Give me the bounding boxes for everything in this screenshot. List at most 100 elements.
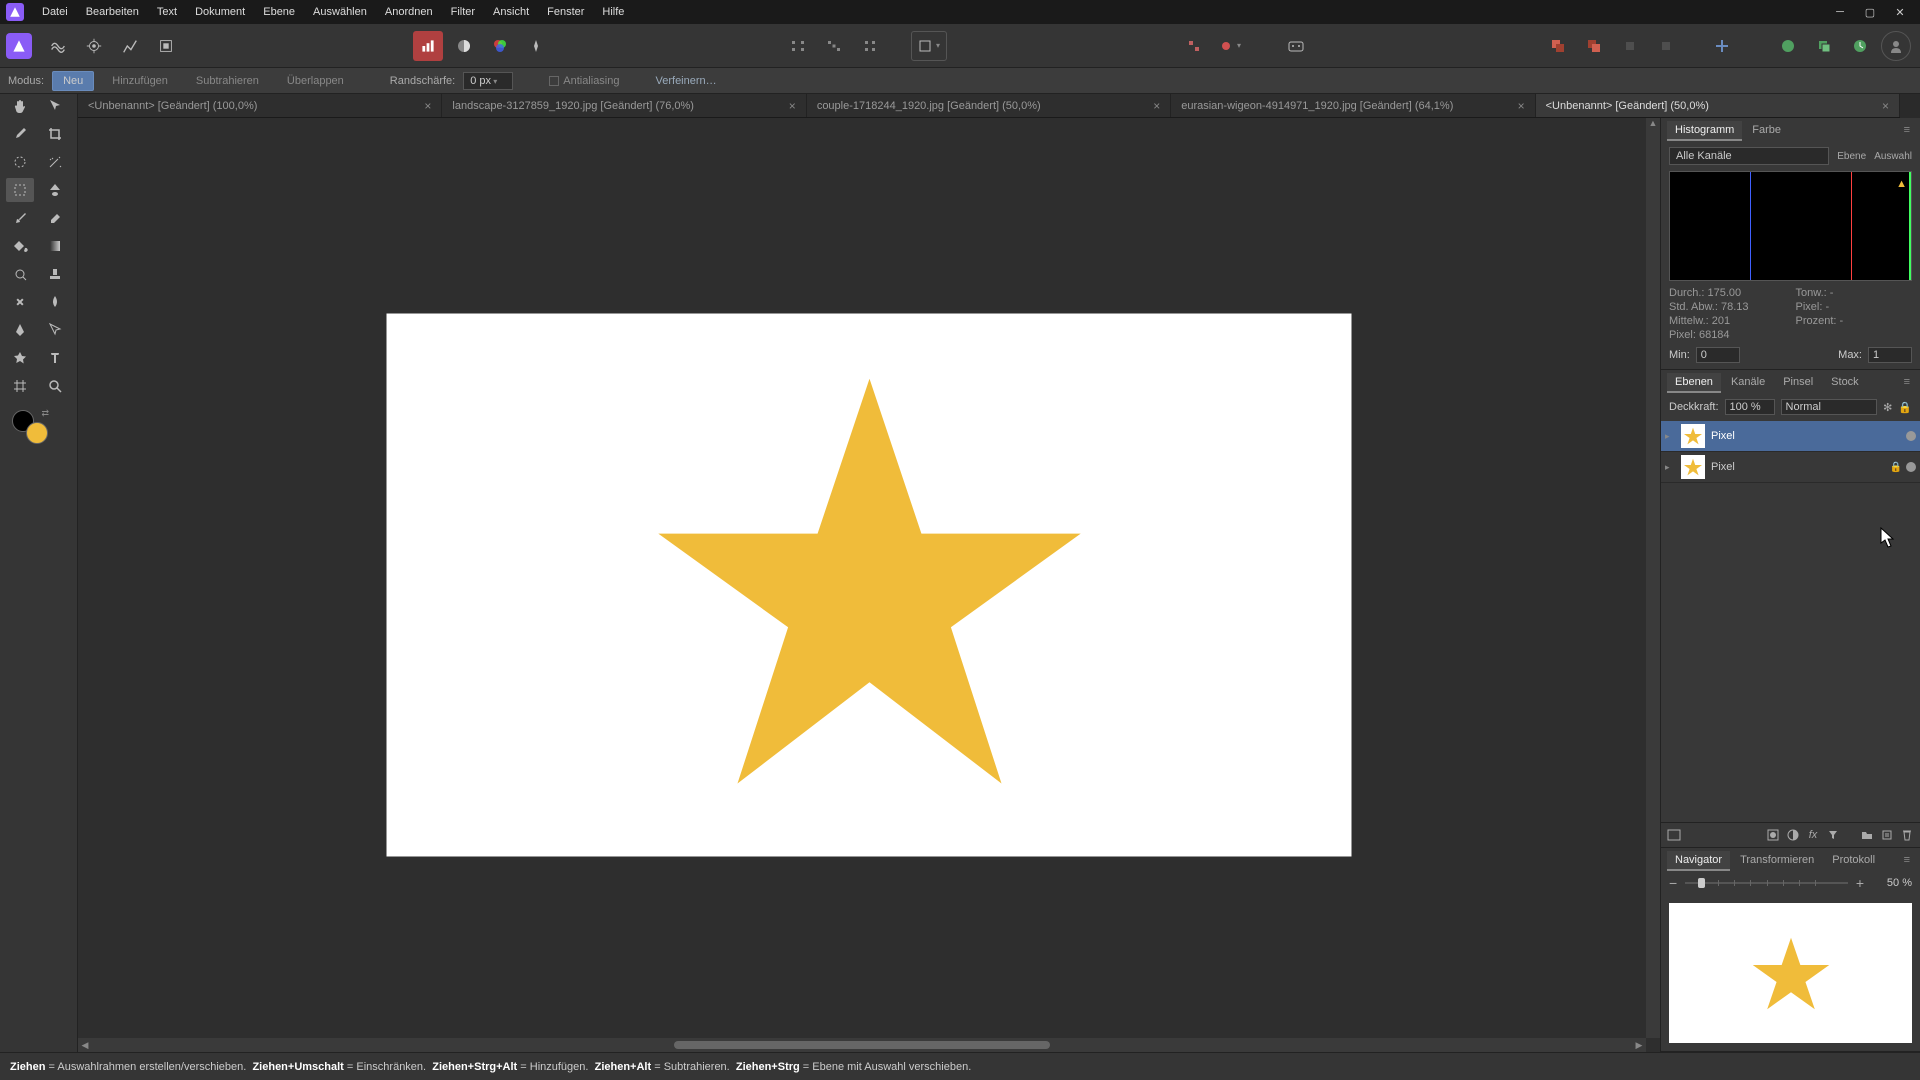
tab-transformieren[interactable]: Transformieren — [1732, 851, 1822, 871]
layer-expand-icon[interactable]: ▸ — [1665, 431, 1675, 442]
persona-icon[interactable] — [6, 33, 32, 59]
tab-ebenen[interactable]: Ebenen — [1667, 373, 1721, 393]
delete-layer-icon[interactable] — [1898, 827, 1916, 843]
autocontrast-icon[interactable] — [449, 31, 479, 61]
antialias-toggle[interactable]: Antialiasing — [549, 75, 619, 87]
layer-name[interactable]: Pixel — [1711, 461, 1735, 473]
max-input[interactable] — [1868, 347, 1912, 363]
edit-all-layers-icon[interactable] — [1665, 827, 1683, 843]
tab-histogramm[interactable]: Histogramm — [1667, 121, 1742, 141]
layer-lock-icon[interactable]: 🔒 — [1898, 401, 1912, 414]
add-pixel-layer-icon[interactable] — [1878, 827, 1896, 843]
menu-ansicht[interactable]: Ansicht — [485, 2, 537, 22]
menu-text[interactable]: Text — [149, 2, 185, 22]
menu-auswaehlen[interactable]: Auswählen — [305, 2, 375, 22]
lock-icon[interactable]: 🔒 — [1890, 462, 1902, 473]
horizontal-scrollbar[interactable]: ◀▶ — [78, 1038, 1646, 1052]
tab-3[interactable]: eurasian-wigeon-4914971_1920.jpg [Geände… — [1171, 94, 1535, 117]
develop-persona-icon[interactable] — [79, 31, 109, 61]
tab-4-close[interactable]: × — [1852, 99, 1889, 113]
autocolor-icon[interactable] — [485, 31, 515, 61]
move-forward-icon[interactable] — [1651, 31, 1681, 61]
tab-1[interactable]: landscape-3127859_1920.jpg [Geändert] (7… — [442, 94, 806, 117]
account-icon[interactable] — [1881, 31, 1911, 61]
sync-icon[interactable] — [1845, 31, 1875, 61]
menu-anordnen[interactable]: Anordnen — [377, 2, 441, 22]
align-right-icon[interactable] — [855, 31, 885, 61]
snap-icon[interactable] — [1179, 31, 1209, 61]
tab-protokoll[interactable]: Protokoll — [1824, 851, 1883, 871]
group-layers-icon[interactable] — [1858, 827, 1876, 843]
feather-field[interactable]: 0 px — [463, 72, 513, 90]
panel-menu-icon[interactable]: ≡ — [1900, 124, 1914, 138]
zoom-value[interactable]: 50 % — [1872, 877, 1912, 889]
align-center-icon[interactable] — [819, 31, 849, 61]
autowb-icon[interactable] — [521, 31, 551, 61]
tab-2[interactable]: couple-1718244_1920.jpg [Geändert] (50,0… — [807, 94, 1171, 117]
arrange-dropdown[interactable]: ▾ — [911, 31, 947, 61]
document-canvas[interactable] — [387, 314, 1352, 857]
zoom-slider[interactable] — [1685, 882, 1848, 884]
move-front-icon[interactable] — [1579, 31, 1609, 61]
assistant-icon[interactable] — [1281, 31, 1311, 61]
mode-intersect[interactable]: Überlappen — [277, 72, 354, 90]
zoom-in-button[interactable]: + — [1856, 875, 1864, 891]
tab-0[interactable]: <Unbenannt> [Geändert] (100,0%)× — [78, 94, 442, 117]
live-filter-icon[interactable] — [1824, 827, 1842, 843]
minimize-button[interactable]: ─ — [1826, 2, 1854, 22]
menu-datei[interactable]: Datei — [34, 2, 76, 22]
close-button[interactable]: ✕ — [1886, 2, 1914, 22]
tab-farbe[interactable]: Farbe — [1744, 121, 1789, 141]
autolevels-icon[interactable] — [413, 31, 443, 61]
layer-item-0[interactable]: ▸ Pixel — [1661, 421, 1920, 452]
tab-1-close[interactable]: × — [759, 99, 796, 113]
mode-subtract[interactable]: Subtrahieren — [186, 72, 269, 90]
tab-3-close[interactable]: × — [1488, 99, 1525, 113]
navigator-preview[interactable] — [1669, 903, 1912, 1043]
tab-0-close[interactable]: × — [394, 99, 431, 113]
menu-bearbeiten[interactable]: Bearbeiten — [78, 2, 147, 22]
move-backward-icon[interactable] — [1615, 31, 1645, 61]
mask-layer-icon[interactable] — [1764, 827, 1782, 843]
snapping-dropdown[interactable]: ▾ — [1215, 31, 1245, 61]
canvas-area[interactable]: ▲ ◀▶ — [78, 118, 1660, 1052]
vertical-scrollbar[interactable]: ▲ — [1646, 118, 1660, 1038]
nav-menu-icon[interactable]: ≡ — [1900, 854, 1914, 868]
layer-item-1[interactable]: ▸ Pixel 🔒 — [1661, 452, 1920, 483]
zoom-out-button[interactable]: − — [1669, 875, 1677, 891]
layer-fx-icon[interactable]: ✻ — [1883, 401, 1892, 414]
tab-kanaele[interactable]: Kanäle — [1723, 373, 1773, 393]
mode-add[interactable]: Hinzufügen — [102, 72, 178, 90]
layer-name[interactable]: Pixel — [1711, 430, 1735, 442]
opacity-field[interactable]: 100 % — [1725, 399, 1775, 415]
duplicate-layer-icon[interactable] — [1809, 31, 1839, 61]
adjustment-layer-icon[interactable] — [1784, 827, 1802, 843]
scope-selection[interactable]: Auswahl — [1874, 151, 1912, 162]
menu-ebene[interactable]: Ebene — [255, 2, 303, 22]
maximize-button[interactable]: ▢ — [1856, 2, 1884, 22]
menu-filter[interactable]: Filter — [443, 2, 483, 22]
scope-layer[interactable]: Ebene — [1837, 151, 1866, 162]
liquify-persona-icon[interactable] — [43, 31, 73, 61]
layer-visibility-toggle[interactable] — [1906, 462, 1916, 472]
menu-dokument[interactable]: Dokument — [187, 2, 253, 22]
menu-fenster[interactable]: Fenster — [539, 2, 592, 22]
tab-2-close[interactable]: × — [1123, 99, 1160, 113]
add-layer-icon[interactable] — [1773, 31, 1803, 61]
refine-button[interactable]: Verfeinern… — [656, 75, 717, 87]
tab-stock[interactable]: Stock — [1823, 373, 1867, 393]
tone-map-persona-icon[interactable] — [115, 31, 145, 61]
fx-layer-icon[interactable]: fx — [1804, 827, 1822, 843]
transform-icon[interactable] — [1707, 31, 1737, 61]
layers-menu-icon[interactable]: ≡ — [1900, 376, 1914, 390]
layer-expand-icon[interactable]: ▸ — [1665, 462, 1675, 473]
layer-visibility-toggle[interactable] — [1906, 431, 1916, 441]
menu-hilfe[interactable]: Hilfe — [594, 2, 632, 22]
blend-select[interactable]: Normal — [1781, 399, 1878, 415]
min-input[interactable] — [1696, 347, 1740, 363]
align-left-icon[interactable] — [783, 31, 813, 61]
channel-select[interactable]: Alle Kanäle — [1669, 147, 1829, 165]
tab-4[interactable]: <Unbenannt> [Geändert] (50,0%)× — [1536, 94, 1900, 117]
mode-new[interactable]: Neu — [52, 71, 94, 91]
move-back-icon[interactable] — [1543, 31, 1573, 61]
